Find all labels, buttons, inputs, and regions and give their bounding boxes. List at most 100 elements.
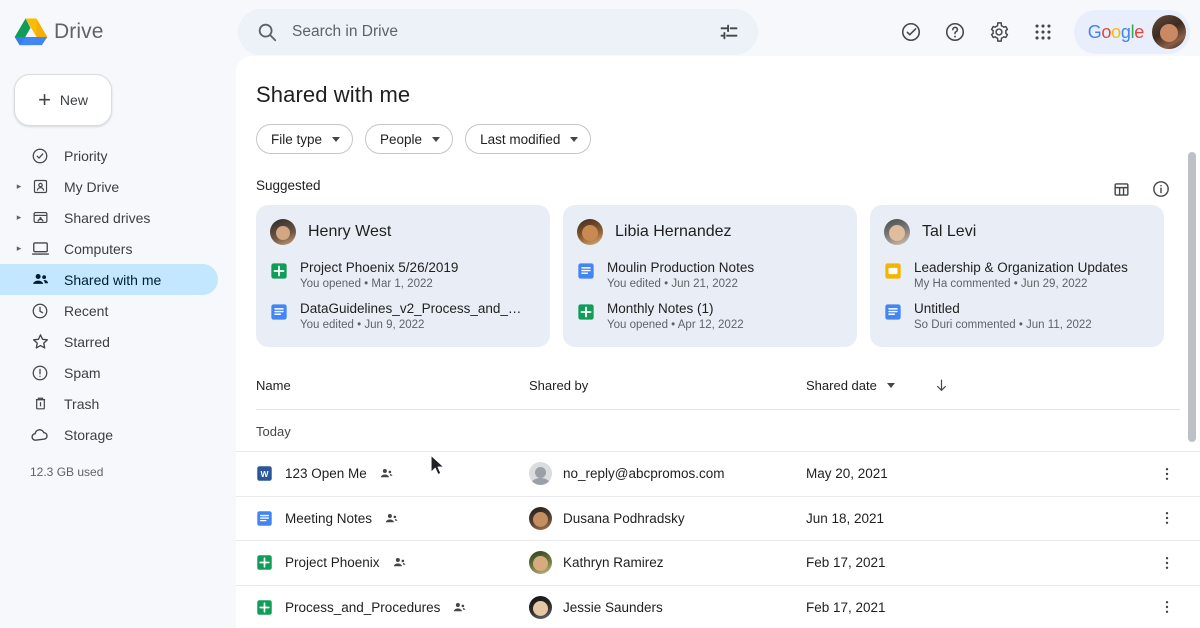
row-more-actions-button[interactable] <box>1154 465 1180 483</box>
sort-descending-arrow-icon[interactable] <box>933 377 950 394</box>
card-file-title: Project Phoenix 5/26/2019 <box>300 260 459 275</box>
row-more-actions-button[interactable] <box>1154 509 1180 527</box>
gear-icon <box>990 22 1008 42</box>
people-icon <box>30 270 50 290</box>
column-header-shared-by[interactable]: Shared by <box>529 378 806 393</box>
chip-people[interactable]: People <box>365 124 454 154</box>
help-button[interactable] <box>934 11 976 53</box>
sidebar-item-label: Storage <box>64 426 114 443</box>
card-file-row[interactable]: Leadership & Organization Updates My Ha … <box>884 259 1150 290</box>
search-input[interactable] <box>278 23 710 41</box>
table-row[interactable]: Project Phoenix Kathryn Ramirez Feb 17, … <box>236 540 1200 585</box>
account-chip[interactable]: Google <box>1073 10 1190 54</box>
sheets-file-icon <box>271 263 287 279</box>
card-person-name: Tal Levi <box>922 223 977 240</box>
row-shared-by: Dusana Podhradsky <box>563 510 685 526</box>
sidebar-item-my-drive[interactable]: ▸ My Drive <box>0 171 218 202</box>
row-shared-date: Feb 17, 2021 <box>806 599 886 615</box>
row-shared-by-cell: Jessie Saunders <box>529 595 806 619</box>
sidebar-item-shared-with-me[interactable]: Shared with me <box>0 264 218 295</box>
sidebar-item-recent[interactable]: Recent <box>0 295 218 326</box>
sidebar-item-label: Spam <box>64 364 101 381</box>
trash-icon <box>30 394 50 414</box>
sidebar-item-priority[interactable]: Priority <box>0 140 218 171</box>
chevron-right-icon[interactable]: ▸ <box>14 181 24 192</box>
shared-people-icon <box>385 513 398 522</box>
main-content: Shared with me File type People Last mod… <box>236 56 1200 628</box>
sidebar-item-trash[interactable]: Trash <box>0 388 218 419</box>
table-row[interactable]: Meeting Notes Dusana Podhradsky Jun 18, … <box>236 495 1200 541</box>
activity-button[interactable] <box>890 11 932 53</box>
card-person-name: Henry West <box>308 223 392 240</box>
card-header: Libia Hernandez <box>577 219 843 245</box>
avatar[interactable] <box>1152 15 1186 49</box>
settings-button[interactable] <box>978 11 1020 53</box>
search-bar[interactable] <box>238 9 758 55</box>
column-header-shared-date[interactable]: Shared date <box>806 377 950 394</box>
help-question-icon <box>945 22 964 42</box>
grid-view-button[interactable] <box>1104 172 1138 206</box>
table-row[interactable]: W 123 Open Me no_reply@abcpromos.com May… <box>236 451 1200 496</box>
card-file-row[interactable]: Monthly Notes (1) You opened • Apr 12, 2… <box>577 300 843 331</box>
shared-drives-icon <box>30 208 50 228</box>
card-file-row[interactable]: Project Phoenix 5/26/2019 You opened • M… <box>270 259 536 290</box>
table-row[interactable]: Process_and_Procedures Jessie Saunders F… <box>236 584 1200 628</box>
sidebar-item-storage[interactable]: Storage <box>0 419 218 450</box>
row-shared-by: Kathryn Ramirez <box>563 555 664 571</box>
group-label-today: Today <box>256 424 291 439</box>
sidebar: + New Priority ▸ My Drive ▸ Shared drive… <box>0 64 236 628</box>
docs-file-icon <box>578 263 594 279</box>
card-file-row[interactable]: DataGuidelines_v2_Process_and_Pr... You … <box>270 300 536 331</box>
chevron-down-icon <box>432 136 441 142</box>
details-button[interactable] <box>1144 172 1178 206</box>
sidebar-item-label: Trash <box>64 395 100 412</box>
check-circle-icon <box>30 146 50 166</box>
tune-filter-button[interactable] <box>710 13 748 51</box>
file-table: Name Shared by Shared date Today W 123 O… <box>236 369 1200 628</box>
tune-filter-icon <box>720 24 738 40</box>
column-header-name[interactable]: Name <box>256 378 529 393</box>
sidebar-item-label: Shared with me <box>64 271 162 288</box>
new-button[interactable]: + New <box>14 74 112 126</box>
chip-last-modified[interactable]: Last modified <box>465 124 592 154</box>
sidebar-item-label: Recent <box>64 302 109 319</box>
table-header: Name Shared by Shared date <box>236 369 1200 401</box>
brand[interactable]: Drive <box>0 17 222 47</box>
more-vert-icon <box>1165 601 1169 614</box>
chip-file-type[interactable]: File type <box>256 124 354 154</box>
sidebar-item-computers[interactable]: ▸ Computers <box>0 233 218 264</box>
sidebar-item-starred[interactable]: Starred <box>0 326 218 357</box>
sidebar-item-label: Shared drives <box>64 209 151 226</box>
column-header-shared-date-label: Shared date <box>806 377 877 393</box>
slides-file-icon <box>885 263 901 279</box>
google-apps-button[interactable] <box>1022 11 1064 53</box>
sheets-file-icon <box>257 555 272 570</box>
sidebar-item-spam[interactable]: Spam <box>0 357 218 388</box>
clock-icon <box>30 301 50 321</box>
sheets-file-icon <box>257 600 272 615</box>
avatar <box>529 551 552 575</box>
svg-text:W: W <box>260 469 269 479</box>
row-shared-by: no_reply@abcpromos.com <box>563 466 725 482</box>
row-shared-by-cell: no_reply@abcpromos.com <box>529 462 806 486</box>
row-more-actions-button[interactable] <box>1154 554 1180 572</box>
star-icon <box>30 332 50 352</box>
suggested-card[interactable]: Henry West Project Phoenix 5/26/2019 You… <box>256 205 550 347</box>
suggested-card[interactable]: Tal Levi Leadership & Organization Updat… <box>870 205 1164 347</box>
chevron-right-icon[interactable]: ▸ <box>14 243 24 254</box>
storage-usage-text: 12.3 GB used <box>30 465 104 479</box>
card-file-subtitle: You opened • Mar 1, 2022 <box>300 278 433 290</box>
vertical-scrollbar[interactable] <box>1188 152 1196 442</box>
search-icon <box>258 23 277 42</box>
word-file-icon: W <box>257 466 272 481</box>
card-file-row[interactable]: Untitled So Duri commented • Jun 11, 202… <box>884 300 1150 331</box>
suggested-cards: Henry West Project Phoenix 5/26/2019 You… <box>236 193 1200 347</box>
chevron-right-icon[interactable]: ▸ <box>14 212 24 223</box>
row-file-name: Process_and_Procedures <box>285 599 441 615</box>
row-shared-date: Jun 18, 2021 <box>806 510 885 526</box>
row-more-actions-button[interactable] <box>1154 598 1180 616</box>
row-shared-by-cell: Dusana Podhradsky <box>529 506 806 530</box>
suggested-card[interactable]: Libia Hernandez Moulin Production Notes … <box>563 205 857 347</box>
card-file-row[interactable]: Moulin Production Notes You edited • Jun… <box>577 259 843 290</box>
sidebar-item-shared-drives[interactable]: ▸ Shared drives <box>0 202 218 233</box>
